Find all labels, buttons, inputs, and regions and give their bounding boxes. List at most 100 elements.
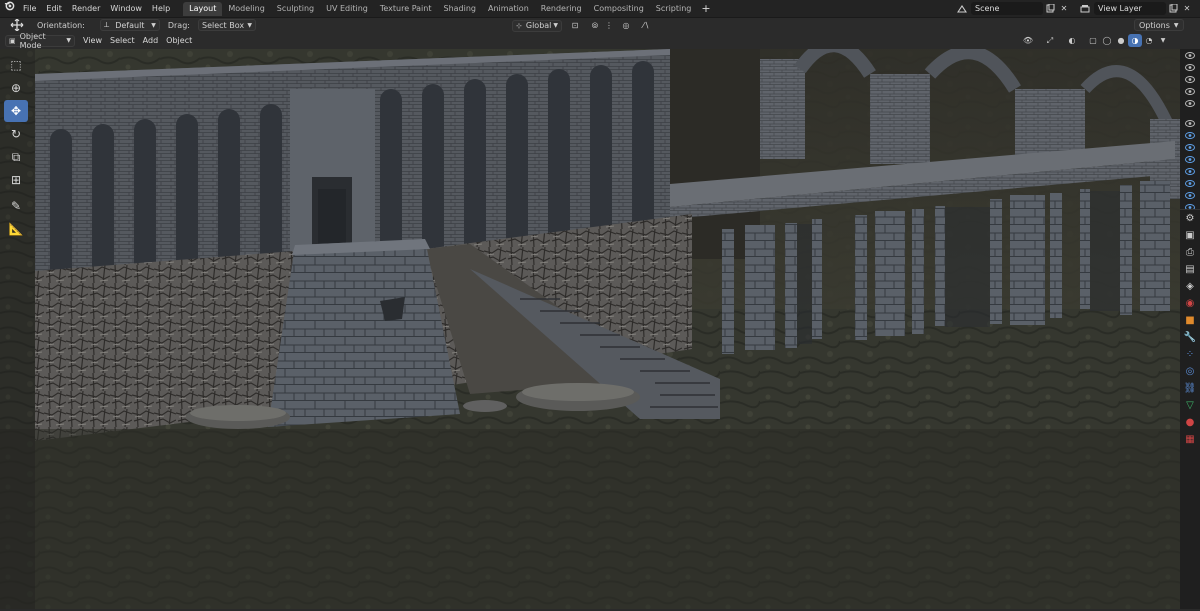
orientation-label: Orientation: (37, 20, 85, 30)
top-bar: File Edit Render Window Help Layout Modeling S… (0, 0, 1200, 17)
select-box-icon[interactable]: ⬚ (4, 54, 28, 76)
tab-scripting[interactable]: Scripting (650, 2, 698, 16)
scene-icon[interactable]: ◈ (1180, 278, 1200, 295)
chevron-down-icon: ▼ (66, 37, 71, 44)
global-orientation-icon: ⊹ (516, 21, 522, 30)
menu-render[interactable]: Render (67, 0, 105, 17)
3d-viewport[interactable] (0, 49, 1200, 609)
solid-shading-icon[interactable]: ● (1114, 34, 1128, 47)
menu-window[interactable]: Window (105, 0, 147, 17)
scale-icon[interactable]: ⧉ (4, 146, 28, 168)
tab-modeling[interactable]: Modeling (222, 2, 270, 16)
chevron-down-icon: ▼ (1173, 21, 1179, 29)
snap-target-icon[interactable]: ⋮ (602, 19, 616, 32)
menu-help[interactable]: Help (147, 0, 175, 17)
viewport-menus: View Select Add Object (79, 32, 196, 49)
menu-edit[interactable]: Edit (41, 0, 67, 17)
shading-options-icon[interactable]: ▼ (1156, 34, 1170, 47)
visibility-eye-icon[interactable] (1180, 141, 1200, 153)
proportional-falloff-icon[interactable]: ⁄∖ (636, 19, 656, 32)
overlays-toggle-icon[interactable]: ◐ (1064, 34, 1080, 47)
transform-settings: ⊹ Global ▼ ⊡ ⦾ ⋮ ◎ ⁄∖ (512, 19, 656, 32)
transform-orientation-dropdown[interactable]: ⊹ Global ▼ (512, 19, 562, 32)
render-icon[interactable]: ▣ (1180, 227, 1200, 244)
world-icon[interactable]: ◉ (1180, 295, 1200, 312)
wireframe-shading-icon[interactable]: ◯ (1100, 34, 1114, 47)
pivot-point-icon[interactable]: ⊡ (566, 19, 584, 32)
selectability-visibility-icon[interactable]: 👁 (1018, 34, 1038, 47)
particles-icon[interactable]: ⁘ (1180, 346, 1200, 363)
visibility-eye-icon[interactable] (1180, 165, 1200, 177)
options-dropdown[interactable]: Options ▼ (1134, 19, 1184, 31)
workspace-tabs: Layout Modeling Sculpting UV Editing Texture… (183, 0, 697, 17)
transform-orientation-value: Global (525, 21, 552, 30)
visibility-eye-icon[interactable] (1180, 61, 1200, 73)
visibility-eye-icon[interactable] (1180, 153, 1200, 165)
annotate-icon[interactable]: ✎ (4, 195, 28, 217)
tab-uv-editing[interactable]: UV Editing (320, 2, 374, 16)
delete-scene-icon[interactable]: ✕ (1057, 2, 1071, 15)
visibility-eye-icon[interactable] (1180, 189, 1200, 201)
measure-icon[interactable]: 📐 (4, 218, 28, 240)
visibility-eye-icon[interactable] (1180, 97, 1200, 109)
viewport-menu-view[interactable]: View (79, 32, 106, 49)
transform-icon[interactable]: ⊞ (4, 169, 28, 191)
blender-logo-icon[interactable] (0, 0, 18, 17)
scene-icon[interactable] (953, 2, 971, 15)
material-preview-icon[interactable]: ◑ (1128, 34, 1142, 47)
view-layer-name-field[interactable]: View Layer (1094, 2, 1166, 15)
visibility-eye-icon[interactable] (1180, 117, 1200, 129)
viewport-scene (0, 49, 1200, 609)
add-workspace-button[interactable]: + (697, 0, 714, 17)
view-layer-icon[interactable] (1076, 2, 1094, 15)
tab-sculpting[interactable]: Sculpting (271, 2, 320, 16)
xray-toggle-icon[interactable]: ▢ (1086, 34, 1100, 47)
drag-value: Select Box (201, 20, 245, 30)
object-icon[interactable]: ■ (1180, 312, 1200, 329)
gizmo-toggle-icon[interactable]: ⤢ (1042, 34, 1058, 47)
view-layer-icon[interactable]: ▤ (1180, 261, 1200, 278)
tab-compositing[interactable]: Compositing (588, 2, 650, 16)
visibility-eye-icon[interactable] (1180, 49, 1200, 61)
tab-texture-paint[interactable]: Texture Paint (374, 2, 438, 16)
visibility-eye-icon[interactable] (1180, 73, 1200, 85)
constraints-icon[interactable]: ⛓ (1180, 380, 1200, 397)
delete-view-layer-icon[interactable]: ✕ (1180, 2, 1194, 15)
transform-tool-icon[interactable] (7, 19, 27, 32)
modifier-icon[interactable]: 🔧 (1180, 329, 1200, 346)
snap-icon[interactable]: ⦾ (588, 19, 602, 32)
rotate-icon[interactable]: ↻ (4, 123, 28, 145)
move-icon[interactable]: ✥ (4, 100, 28, 122)
options-label: Options (1139, 20, 1170, 30)
new-view-layer-icon[interactable] (1166, 2, 1180, 15)
output-icon[interactable]: ⎙ (1180, 244, 1200, 261)
texture-icon[interactable]: ▦ (1180, 431, 1200, 448)
new-scene-icon[interactable] (1043, 2, 1057, 15)
visibility-eye-icon[interactable] (1180, 129, 1200, 141)
cursor-icon[interactable]: ⊕ (4, 77, 28, 99)
tab-shading[interactable]: Shading (437, 2, 482, 16)
material-icon[interactable]: ● (1180, 414, 1200, 431)
visibility-eye-icon[interactable] (1180, 85, 1200, 97)
viewport-menu-object[interactable]: Object (162, 32, 196, 49)
viewport-menu-select[interactable]: Select (106, 32, 139, 49)
menu-file[interactable]: File (18, 0, 41, 17)
physics-icon[interactable]: ◎ (1180, 363, 1200, 380)
drag-dropdown[interactable]: Select Box ▼ (197, 19, 256, 31)
rendered-shading-icon[interactable]: ◔ (1142, 34, 1156, 47)
scene-name-field[interactable]: Scene (971, 2, 1043, 15)
tool-icon[interactable]: ⚙ (1180, 210, 1200, 227)
tab-animation[interactable]: Animation (482, 2, 535, 16)
mode-dropdown[interactable]: ▣ Object Mode ▼ (5, 32, 75, 50)
chevron-down-icon: ▼ (553, 22, 558, 29)
tab-rendering[interactable]: Rendering (535, 2, 588, 16)
object-mode-icon: ▣ (9, 36, 16, 45)
tab-layout[interactable]: Layout (183, 2, 223, 16)
visibility-eye-icon[interactable] (1180, 177, 1200, 189)
properties-tabs: ⚙ ▣ ⎙ ▤ ◈ ◉ ■ 🔧 ⁘ ◎ ⛓ ▽ ● ▦ (1180, 209, 1200, 609)
orientation-dropdown[interactable]: ⟂ Default ▼ (99, 19, 160, 31)
orientation-value: Default (115, 20, 145, 30)
viewport-menu-add[interactable]: Add (139, 32, 163, 49)
proportional-editing-icon[interactable]: ◎ (619, 19, 633, 32)
data-icon[interactable]: ▽ (1180, 397, 1200, 414)
